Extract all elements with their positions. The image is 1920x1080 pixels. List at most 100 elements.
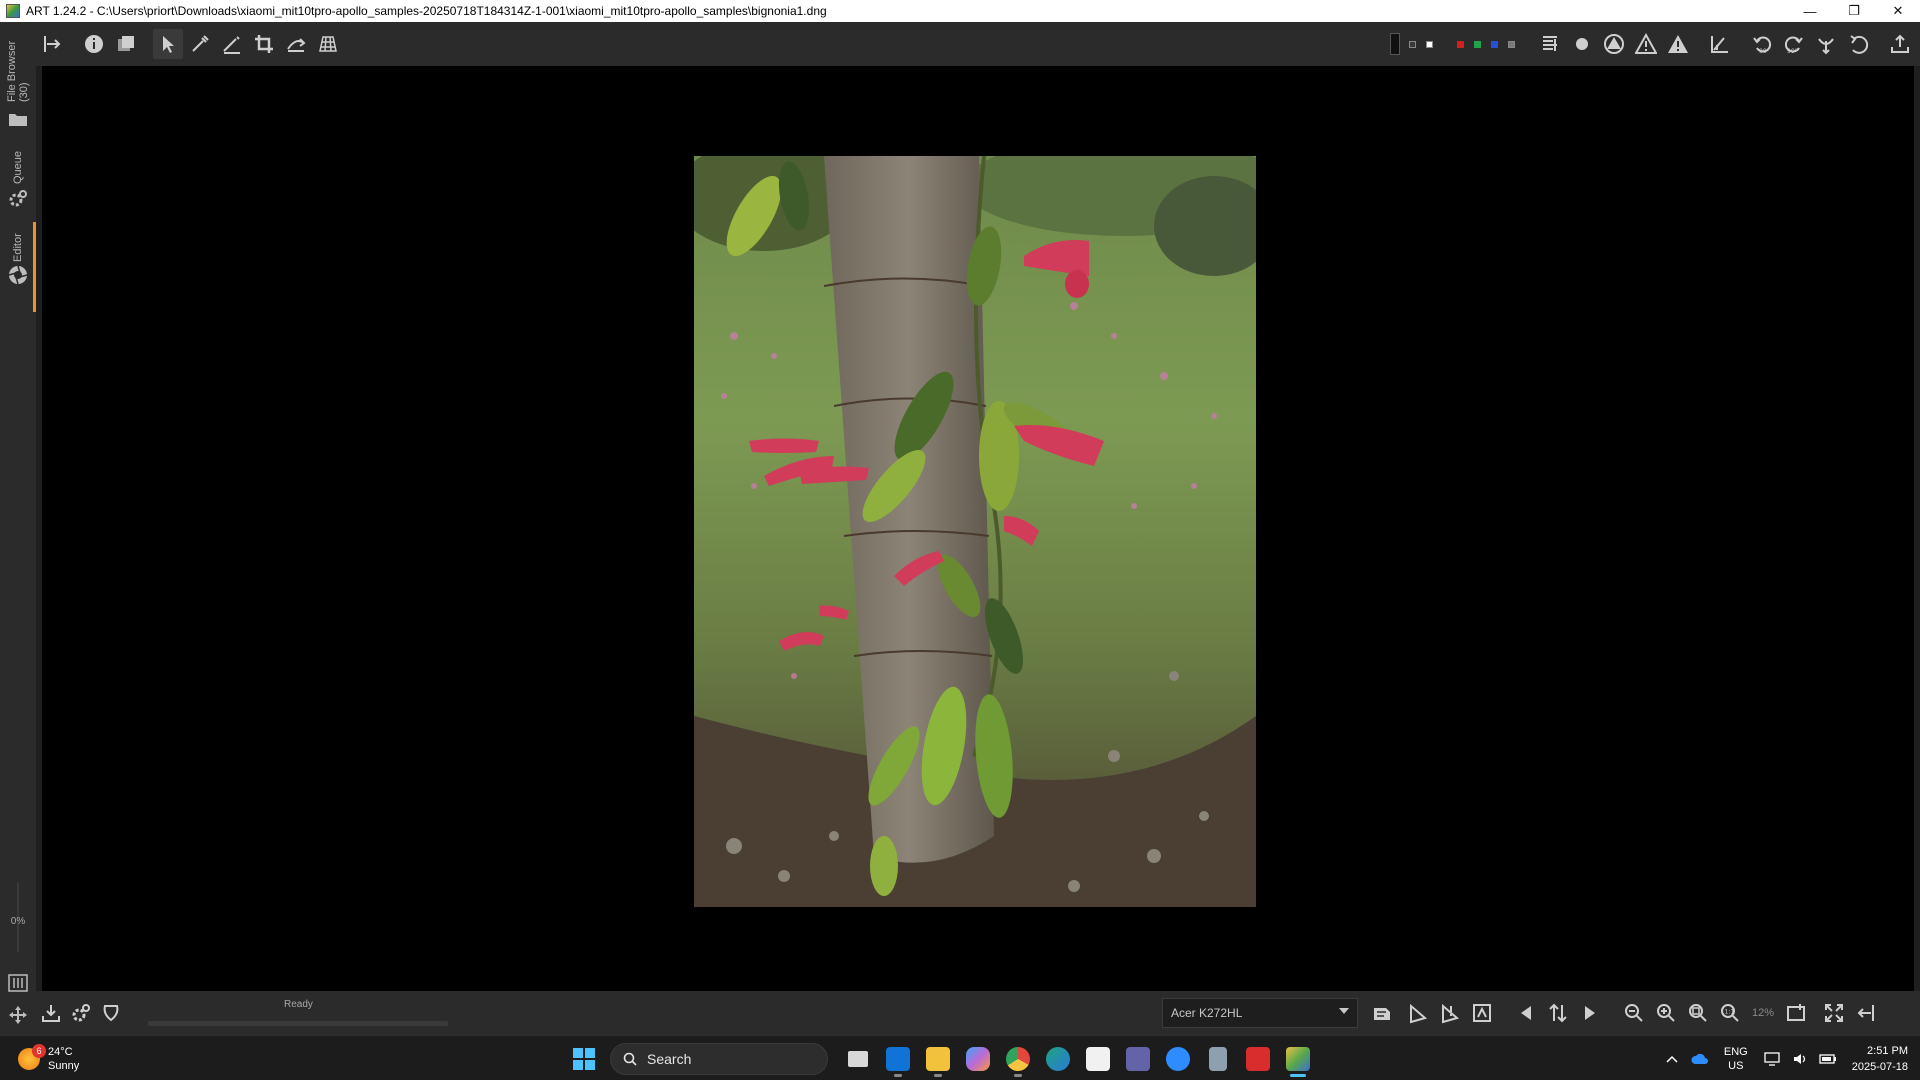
language-code: ENG: [1723, 1046, 1748, 1058]
aperture-icon[interactable]: [7, 264, 29, 286]
perspective-icon[interactable]: [281, 29, 311, 59]
white-balance-picker-icon[interactable]: [185, 29, 215, 59]
before-after-icon[interactable]: [111, 29, 141, 59]
chevron-down-icon: [1339, 1008, 1349, 1014]
weather-temp: 24°C: [48, 1046, 73, 1058]
zoom-100-icon[interactable]: 1:1: [1715, 998, 1745, 1028]
bg-white-icon[interactable]: [1426, 40, 1433, 48]
display-icon[interactable]: [1762, 1049, 1782, 1069]
output-intent-icon[interactable]: [1365, 998, 1401, 1028]
toggle-right-panel-icon[interactable]: [1851, 998, 1881, 1028]
warning-icon[interactable]: [1663, 29, 1693, 59]
channel-lum-icon[interactable]: [1508, 40, 1515, 48]
pdf-app-icon[interactable]: [1238, 1039, 1278, 1079]
preview-circle-icon[interactable]: [1567, 29, 1597, 59]
outlook-icon[interactable]: [878, 1039, 918, 1079]
color-profile-icon[interactable]: [1467, 998, 1497, 1028]
background-dark-icon[interactable]: [1390, 33, 1400, 55]
ms-store-icon[interactable]: [1078, 1039, 1118, 1079]
tab-queue[interactable]: Queue: [0, 144, 36, 184]
bottom-toolbar: Ready Acer K272HL 1:1 12%: [36, 991, 1920, 1035]
rotate-left-icon[interactable]: 90°: [1747, 29, 1777, 59]
restore-icon[interactable]: ❐: [1832, 0, 1876, 22]
softproof-icon[interactable]: [1403, 998, 1433, 1028]
rotate-right-icon[interactable]: 90°: [1779, 29, 1809, 59]
zoom-fit-icon[interactable]: [1683, 998, 1713, 1028]
undo-icon[interactable]: [1843, 29, 1873, 59]
channel-red-icon[interactable]: [1457, 40, 1464, 48]
flip-icon[interactable]: [1811, 29, 1841, 59]
left-tab-panel: File Browser (30) Queue Editor 0%: [0, 22, 36, 1035]
photo-image: [694, 156, 1256, 907]
onedrive-icon[interactable]: [1690, 1049, 1710, 1069]
fullscreen-icon[interactable]: [1819, 998, 1849, 1028]
save-icon[interactable]: [40, 1002, 62, 1024]
next-image-icon[interactable]: [1575, 998, 1605, 1028]
weather-widget[interactable]: 6 24°C Sunny: [12, 1040, 156, 1078]
keyboard-region: US: [1728, 1060, 1744, 1072]
teams-icon[interactable]: [1118, 1039, 1158, 1079]
zoom-icon[interactable]: [1158, 1039, 1198, 1079]
move-icon[interactable]: [7, 1004, 29, 1026]
shadow-clip-icon[interactable]: [1599, 29, 1629, 59]
info-icon[interactable]: [79, 29, 109, 59]
tab-file-browser-label: File Browser (30): [6, 40, 30, 102]
notification-badge: 6: [32, 1044, 46, 1058]
focus-mask-icon[interactable]: [1535, 29, 1565, 59]
monitor-profile-value: Acer K272HL: [1171, 1006, 1243, 1020]
highlight-clip-icon[interactable]: [1631, 29, 1661, 59]
window-title: ART 1.24.2 - C:\Users\priort\Downloads\x…: [26, 4, 827, 18]
straighten-icon[interactable]: [217, 29, 247, 59]
histogram-icon[interactable]: [1705, 29, 1735, 59]
toggle-panel-icon[interactable]: [37, 29, 67, 59]
export-icon[interactable]: [1885, 29, 1915, 59]
progress-percent: 0%: [10, 916, 26, 927]
hand-tool-icon[interactable]: [153, 29, 183, 59]
art-app-taskbar-icon[interactable]: [1278, 1039, 1318, 1079]
crop-icon[interactable]: [249, 29, 279, 59]
windows-logo-icon: [573, 1048, 595, 1070]
folder-icon[interactable]: [7, 108, 29, 130]
zoom-out-icon[interactable]: [1619, 998, 1649, 1028]
image-canvas[interactable]: [42, 66, 1914, 991]
gears-icon[interactable]: [7, 188, 29, 210]
channel-blue-icon[interactable]: [1491, 40, 1498, 48]
prev-image-icon[interactable]: [1511, 998, 1541, 1028]
clock-date: 2025-07-18: [1851, 1061, 1908, 1073]
system-tray: ENG US 2:51 PM 2025-07-18: [1658, 1040, 1920, 1078]
processing-progress-bar: [148, 1021, 448, 1026]
tab-editor[interactable]: Editor: [0, 222, 36, 262]
grid-icon[interactable]: [313, 29, 343, 59]
gamut-check-icon[interactable]: [1435, 998, 1465, 1028]
copilot-icon[interactable]: [958, 1039, 998, 1079]
monitor-profile-select[interactable]: Acer K272HL: [1162, 998, 1358, 1028]
language-indicator[interactable]: ENG US: [1724, 1045, 1748, 1073]
file-explorer-icon[interactable]: [918, 1039, 958, 1079]
start-button[interactable]: [566, 1041, 602, 1077]
queue-add-icon[interactable]: [70, 1002, 92, 1024]
open-external-editor-icon[interactable]: [100, 1002, 122, 1024]
taskbar-search[interactable]: Search: [610, 1043, 828, 1075]
chevron-up-icon[interactable]: [1662, 1049, 1682, 1069]
edge-icon[interactable]: [1038, 1039, 1078, 1079]
volume-icon[interactable]: [1790, 1049, 1810, 1069]
task-view-icon[interactable]: [838, 1039, 878, 1079]
active-tab-marker: [33, 222, 36, 312]
svg-text:90°: 90°: [1787, 48, 1798, 55]
minimize-icon[interactable]: —: [1788, 0, 1832, 22]
close-icon[interactable]: ✕: [1876, 0, 1920, 22]
channel-green-icon[interactable]: [1474, 40, 1481, 48]
clock[interactable]: 2:51 PM 2025-07-18: [1852, 1043, 1908, 1075]
new-detail-window-icon[interactable]: [1781, 998, 1811, 1028]
zoom-in-icon[interactable]: [1651, 998, 1681, 1028]
sync-icon[interactable]: [1543, 998, 1573, 1028]
sliders-icon[interactable]: [7, 972, 29, 994]
tab-file-browser[interactable]: File Browser (30): [0, 28, 36, 102]
status-text: Ready: [284, 999, 313, 1010]
battery-icon[interactable]: [1818, 1049, 1838, 1069]
chrome-icon[interactable]: [998, 1039, 1038, 1079]
bg-grey-icon[interactable]: [1409, 40, 1416, 48]
zoom-level: 12%: [1752, 1007, 1775, 1019]
photo-preview[interactable]: [694, 156, 1256, 907]
calculator-icon[interactable]: [1198, 1039, 1238, 1079]
